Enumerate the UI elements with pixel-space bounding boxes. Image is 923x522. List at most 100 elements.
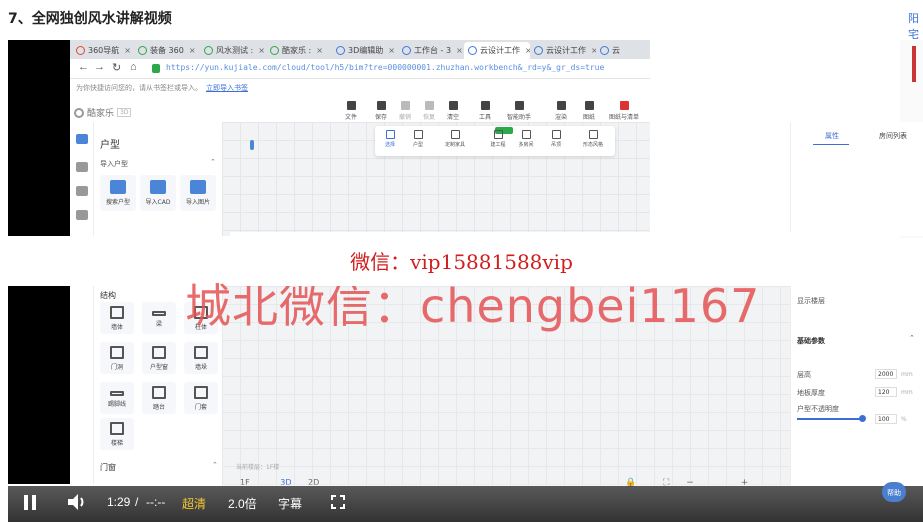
floor-thickness-input[interactable]: 120 [875, 387, 897, 397]
tab-bar: 360导航 × 装备 360 × 风水测试 : × 酷家乐 : × 3D编辑助 × 工作台… [70, 40, 650, 59]
project-icon [493, 130, 503, 139]
tab-8[interactable]: 云 [596, 42, 650, 59]
skirting-tile[interactable]: 踢脚线 [100, 382, 134, 414]
search-floorplan-tile[interactable]: 搜索户型 [100, 175, 136, 211]
redo-button[interactable]: 恢复 [420, 101, 438, 121]
pause-button[interactable] [24, 495, 36, 510]
floor-thickness-unit: mm [901, 389, 913, 396]
import-cad-tile[interactable]: 导入CAD [140, 175, 176, 211]
quality-button[interactable]: 超清 [182, 495, 206, 512]
import-image-tile[interactable]: 导入图片 [180, 175, 216, 211]
opacity-slider-track[interactable] [797, 418, 861, 420]
wall-tile[interactable]: 墙体 [100, 302, 134, 334]
wrench-icon [480, 101, 490, 110]
chevron-up-icon[interactable]: ⌃ [210, 158, 216, 166]
save-button[interactable]: 保存 [372, 101, 390, 121]
tab-3[interactable]: 酷家乐 : × [266, 42, 332, 59]
window-tile[interactable]: 户型窗 [142, 342, 176, 374]
reload-icon[interactable]: ↻ [112, 61, 121, 74]
forward-icon[interactable]: → [94, 61, 105, 73]
floorplan-icon [413, 130, 423, 139]
step-tile[interactable]: 踏台 [142, 382, 176, 414]
stairs-tile[interactable]: 楼梯 [100, 418, 134, 450]
url-field[interactable]: https://yun.kujiale.com/cloud/tool/h5/bi… [166, 63, 604, 72]
lighting-nav-icon[interactable] [76, 186, 88, 196]
import-bookmarks-link[interactable]: 立即导入书签 [206, 84, 248, 92]
furniture-nav-icon[interactable] [76, 162, 88, 172]
rooms-icon [521, 130, 531, 139]
tab-2[interactable]: 风水测试 : × [200, 42, 266, 59]
tab-favicon-icon [76, 46, 85, 55]
height-unit: mm [901, 371, 913, 378]
search-icon [110, 180, 126, 194]
custom-furniture-tool[interactable]: 定制家具 [439, 130, 471, 148]
progress-bar[interactable] [8, 484, 923, 486]
tab-room-list[interactable]: 房间列表 [879, 131, 907, 141]
ceiling-tool[interactable]: 吊顶 [543, 130, 569, 148]
help-button[interactable]: 帮助 [882, 482, 906, 502]
subtitle-button[interactable]: 字幕 [278, 495, 302, 512]
tab-6-active[interactable]: 云设计工作 × [464, 42, 530, 59]
close-icon[interactable]: × [258, 46, 265, 55]
address-bar: ← → ↻ ⌂ https://yun.kujiale.com/cloud/to… [70, 59, 650, 79]
active-tab-underline [813, 144, 849, 145]
height-label: 层高 [797, 371, 811, 379]
undo-button[interactable]: 撤销 [396, 101, 414, 121]
pier-tile[interactable]: 墙垛 [184, 342, 218, 374]
chevron-up-icon[interactable]: ⌃ [212, 461, 218, 469]
file-button[interactable]: 文件 [342, 101, 360, 121]
drawing-button[interactable]: 图纸 [580, 101, 598, 121]
tab-1[interactable]: 装备 360 × [134, 42, 200, 59]
ai-assistant-button[interactable]: 智能助手 [506, 101, 532, 121]
screen: 7、全网独创风水讲解视频 阳宅 360导航 × 装备 360 × 风水测试 : × 酷… [0, 0, 923, 522]
select-tool[interactable]: 选择 [377, 130, 403, 148]
tab-5[interactable]: 工作台 - 3 × [398, 42, 464, 59]
current-time: 1:29 [107, 495, 131, 509]
floorplan-tool[interactable]: 户型 [405, 130, 431, 148]
redo-icon [424, 101, 434, 110]
close-icon[interactable]: × [189, 46, 196, 55]
furniture-icon [450, 130, 460, 139]
kujiale-logo-icon [74, 107, 84, 118]
speed-button[interactable]: 2.0倍 [228, 495, 257, 512]
back-icon[interactable]: ← [78, 61, 89, 73]
tab-4[interactable]: 3D编辑助 × [332, 42, 398, 59]
project-tool[interactable]: 建工程 [485, 130, 511, 148]
video-letterbox-left-top [8, 40, 70, 236]
top-right-link[interactable]: 阳宅 [908, 10, 923, 42]
tab-properties[interactable]: 属性 [825, 131, 839, 141]
tab-0[interactable]: 360导航 × [72, 42, 134, 59]
beam-tile[interactable]: 梁 [142, 302, 176, 334]
opacity-input[interactable]: 100 [875, 414, 897, 424]
ai-icon [514, 101, 524, 110]
close-icon[interactable]: × [124, 46, 131, 55]
basic-params-title: 基础参数 [797, 337, 825, 345]
chevron-up-icon[interactable]: ⌃ [909, 334, 915, 342]
opacity-slider-knob[interactable] [859, 415, 866, 422]
home-icon[interactable]: ⌂ [130, 61, 137, 73]
drawing-list-button[interactable]: 图纸与清单 [608, 101, 640, 121]
tab-7[interactable]: 云设计工作 × [530, 42, 596, 59]
storage-nav-icon[interactable] [76, 210, 88, 220]
cad-icon [150, 180, 166, 194]
window-icon [152, 346, 166, 359]
undo-icon [400, 101, 410, 110]
volume-icon[interactable] [66, 493, 88, 511]
fullscreen-icon[interactable] [331, 495, 345, 509]
close-icon[interactable]: × [456, 46, 463, 55]
close-icon[interactable]: × [316, 46, 323, 55]
floorplan-nav-icon[interactable] [76, 134, 88, 144]
import-section-title: 导入户型 [100, 160, 128, 168]
door-opening-tile[interactable]: 门洞 [100, 342, 134, 374]
blank-top-right [650, 40, 900, 122]
multi-room-tool[interactable]: 多房间 [513, 130, 539, 148]
clear-button[interactable]: 清空 [444, 101, 462, 121]
style-tool[interactable]: 形态风格 [577, 130, 609, 148]
eraser-icon [448, 101, 458, 110]
render-button[interactable]: 渲染 [552, 101, 570, 121]
door-frame-tile[interactable]: 门套 [184, 382, 218, 414]
tools-button[interactable]: 工具 [476, 101, 494, 121]
tab-favicon-icon [534, 46, 543, 55]
height-input[interactable]: 2000 [875, 369, 897, 379]
close-icon[interactable]: × [388, 46, 395, 55]
